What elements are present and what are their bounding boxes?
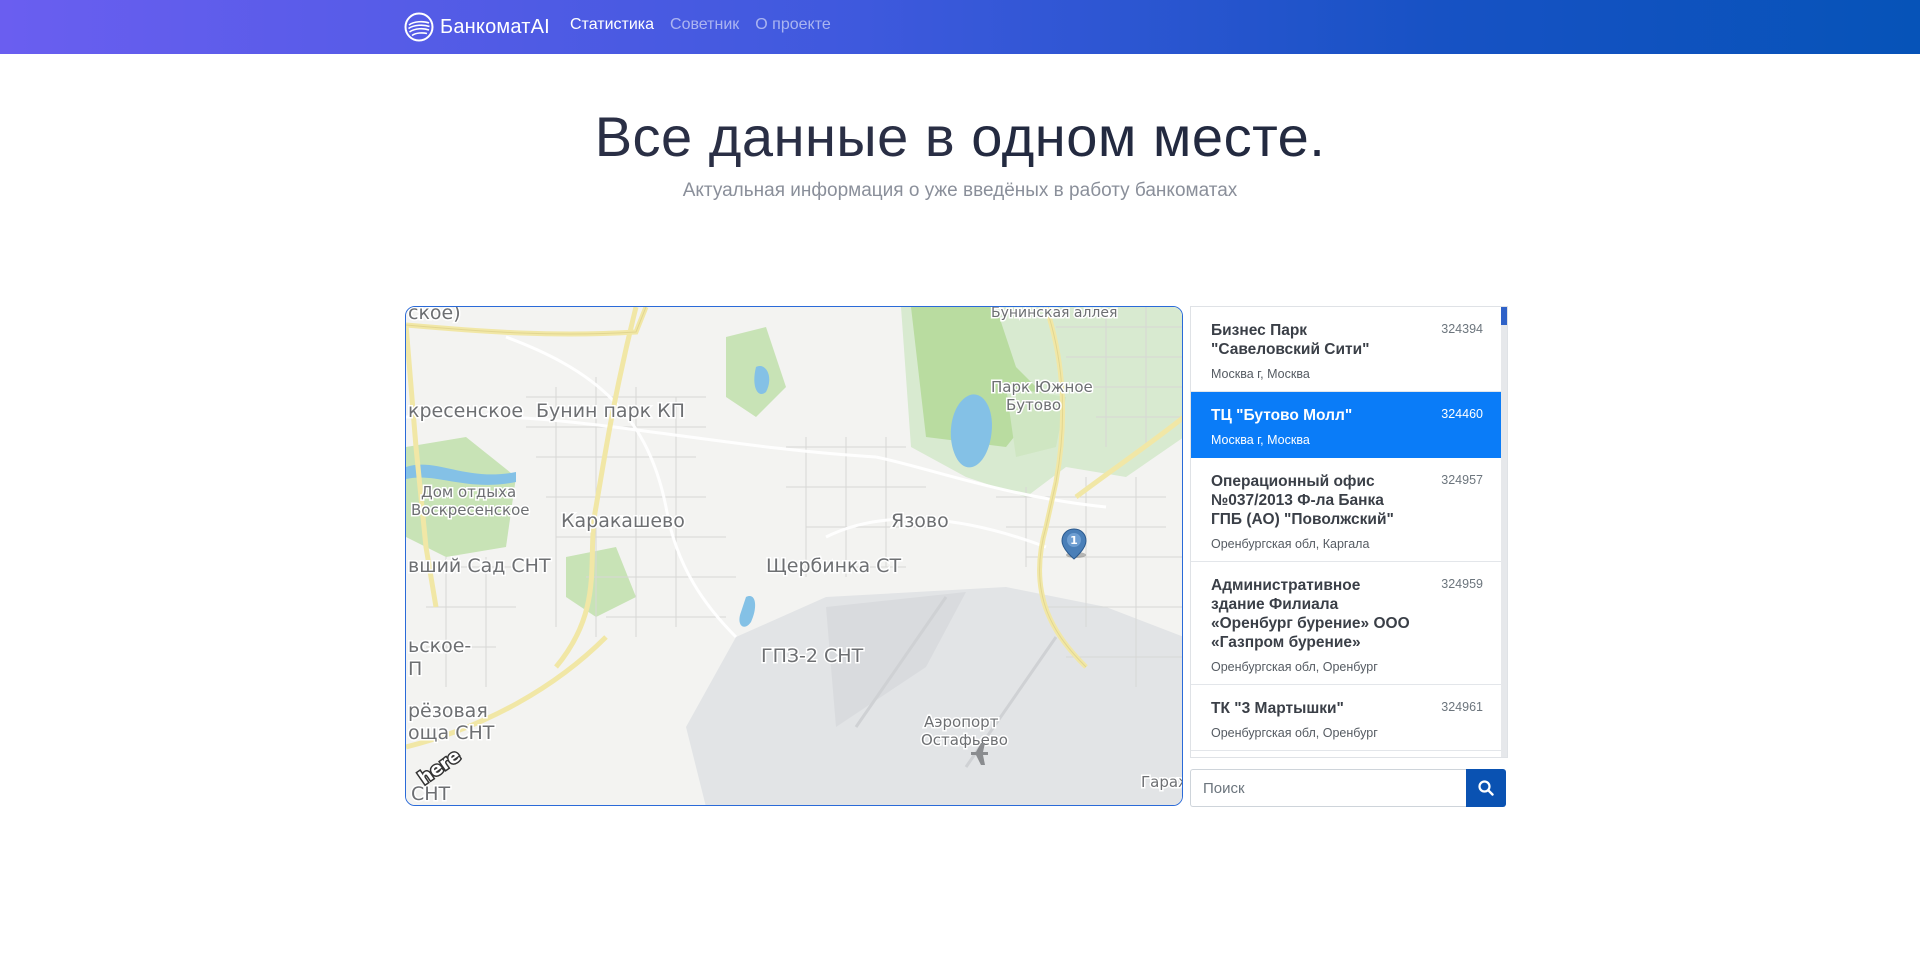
atm-id: 324961 [1441,700,1483,714]
navbar: БанкоматAI Статистика Советник О проекте [0,0,1920,54]
atm-name: ТК "3 Мартышки" [1211,700,1344,717]
map-label: ское) [408,307,461,324]
list-scrollbar[interactable] [1501,307,1507,757]
map-label: оща СНТ [408,722,495,744]
atm-id: 324959 [1441,577,1483,591]
atm-list[interactable]: Бизнес Парк "Савеловский Сити" 324394 Мо… [1190,306,1508,758]
list-scrollbar-thumb[interactable] [1501,307,1507,325]
nav-link-statistics[interactable]: Статистика [570,16,654,34]
nav-link-advisor[interactable]: Советник [670,16,739,34]
map-label: Гараж [1141,773,1183,791]
atm-list-item[interactable]: ТК "3 Мартышки" 324961 Оренбургская обл,… [1191,685,1503,751]
map-label: вший Сад СНТ [408,555,551,577]
atm-name: ТЦ "Бутово Молл" [1211,407,1353,424]
atm-address: Москва г, Москва [1211,367,1310,381]
atm-address: Оренбургская обл, Каргала [1211,537,1370,551]
map-label: ьское- [408,635,471,657]
map-label: Бутово [1006,396,1061,414]
svg-text:1: 1 [1070,534,1078,547]
atm-id: 324394 [1441,322,1483,336]
page-subtitle: Актуальная информация о уже введёных в р… [682,180,1238,201]
nav-links: Статистика Советник О проекте [570,16,831,34]
nav-link-about[interactable]: О проекте [755,16,830,34]
map-label: рёзовая [408,700,488,722]
map-label: Аэропорт [924,713,999,731]
atm-address: Оренбургская обл, Оренбург [1211,660,1378,674]
atm-name: Бизнес Парк "Савеловский Сити" [1211,322,1370,358]
atm-list-item[interactable]: Операционный офис №037/2013 Ф-ла Банка Г… [1191,458,1503,562]
brand-name: БанкоматAI [440,15,550,38]
search-input[interactable] [1190,769,1466,807]
search-icon [1478,780,1494,796]
atm-list-item-selected[interactable]: ТЦ "Бутово Молл" 324460 Москва г, Москва [1191,392,1503,458]
atm-list-item[interactable]: Бизнес Парк "Савеловский Сити" 324394 Мо… [1191,307,1503,392]
atm-name: Административное здание Филиала «Оренбур… [1211,577,1410,651]
brand[interactable]: БанкоматAI [404,12,550,42]
search-button[interactable] [1466,769,1506,807]
map-label: П [408,658,422,680]
map-label: Остафьево [921,731,1008,749]
map-label: ГПЗ-2 СНТ [761,645,864,667]
atm-id: 324957 [1441,473,1483,487]
map-label: Воскресенское [411,501,530,519]
atm-list-scroll[interactable]: Бизнес Парк "Савеловский Сити" 324394 Мо… [1191,307,1503,757]
map-label: Бунинская аллея [991,307,1117,321]
atm-list-item[interactable]: Административное здание Филиала «Оренбур… [1191,562,1503,685]
search-box [1190,769,1506,807]
map-label: Язово [891,510,949,532]
brand-logo-icon [404,12,434,42]
atm-name: Операционный офис №037/2013 Ф-ла Банка Г… [1211,473,1394,528]
atm-address: Оренбургская обл, Оренбург [1211,726,1378,740]
page-title: Все данные в одном месте. [0,104,1920,169]
map-label: кресенское [408,400,523,422]
map-label: Парк Южное [991,378,1093,396]
map-label: Щербинка СТ [766,555,901,577]
atm-address: Москва г, Москва [1211,433,1310,447]
atm-id: 324460 [1441,407,1483,421]
map-label: Дом отдыха [421,483,516,501]
page-title-bold: одном месте. [971,105,1326,168]
map-label: Бунин парк КП [536,400,685,422]
page-title-light: Все данные в [594,105,972,168]
atm-map[interactable]: ское) кресенское Бунин парк КП Каракашев… [405,306,1183,806]
map-label: Каракашево [561,510,685,532]
